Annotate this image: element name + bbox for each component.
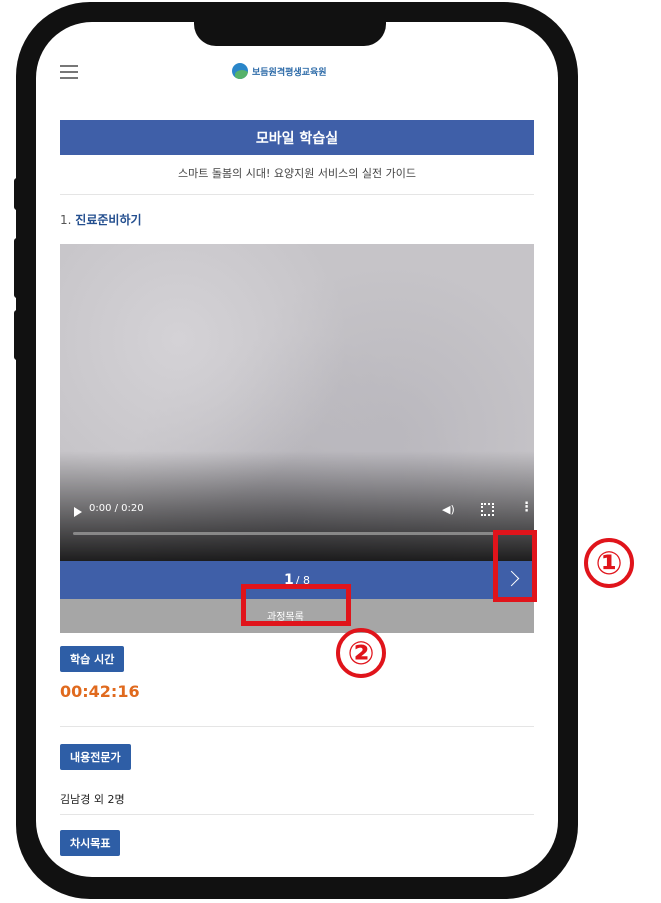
volume-icon[interactable]: ◀) <box>442 503 455 516</box>
study-time-label: 학습 시간 <box>60 646 125 672</box>
phone-notch <box>194 22 386 46</box>
annotation-number-1: ① <box>584 538 634 588</box>
objective-label: 차시목표 <box>60 830 121 856</box>
play-icon[interactable] <box>74 507 82 517</box>
annotation-box-course-list <box>241 584 351 626</box>
divider <box>60 726 534 727</box>
video-progress-bar[interactable] <box>73 532 521 535</box>
video-time: 0:00 / 0:20 <box>89 503 144 514</box>
page-title: 모바일 학습실 <box>255 130 339 147</box>
course-subtitle: 스마트 돌봄의 시대! 요양지원 서비스의 실전 가이드 <box>178 167 416 180</box>
divider <box>60 194 534 195</box>
phone-frame: 보듬원격평생교육원 모바일 학습실 스마트 돌봄의 시대! 요양지원 서비스의 … <box>16 2 578 899</box>
menu-icon[interactable] <box>60 65 78 80</box>
expert-label: 내용전문가 <box>60 744 131 770</box>
lesson-heading: 1. 진료준비하기 <box>60 211 142 228</box>
phone-screen: 보듬원격평생교육원 모바일 학습실 스마트 돌봄의 시대! 요양지원 서비스의 … <box>36 22 558 877</box>
lesson-number: 1. <box>60 213 72 227</box>
mobile-page: 보듬원격평생교육원 모바일 학습실 스마트 돌봄의 시대! 요양지원 서비스의 … <box>60 22 534 877</box>
logo-text: 보듬원격평생교육원 <box>252 67 327 78</box>
site-logo[interactable]: 보듬원격평생교육원 <box>232 62 327 80</box>
expert-value: 김남경 외 2명 <box>60 793 125 806</box>
video-player[interactable]: 0:00 / 0:20 ◀) ⋮ <box>60 244 534 561</box>
page-title-bar: 모바일 학습실 <box>60 120 534 155</box>
annotation-box-next <box>493 530 537 602</box>
lesson-title: 진료준비하기 <box>75 213 142 227</box>
logo-icon <box>232 63 248 79</box>
fullscreen-icon[interactable] <box>481 503 494 516</box>
more-icon[interactable]: ⋮ <box>520 500 533 515</box>
divider <box>60 814 534 815</box>
annotation-number-2: ② <box>336 628 386 678</box>
study-time-value: 00:42:16 <box>60 682 140 701</box>
